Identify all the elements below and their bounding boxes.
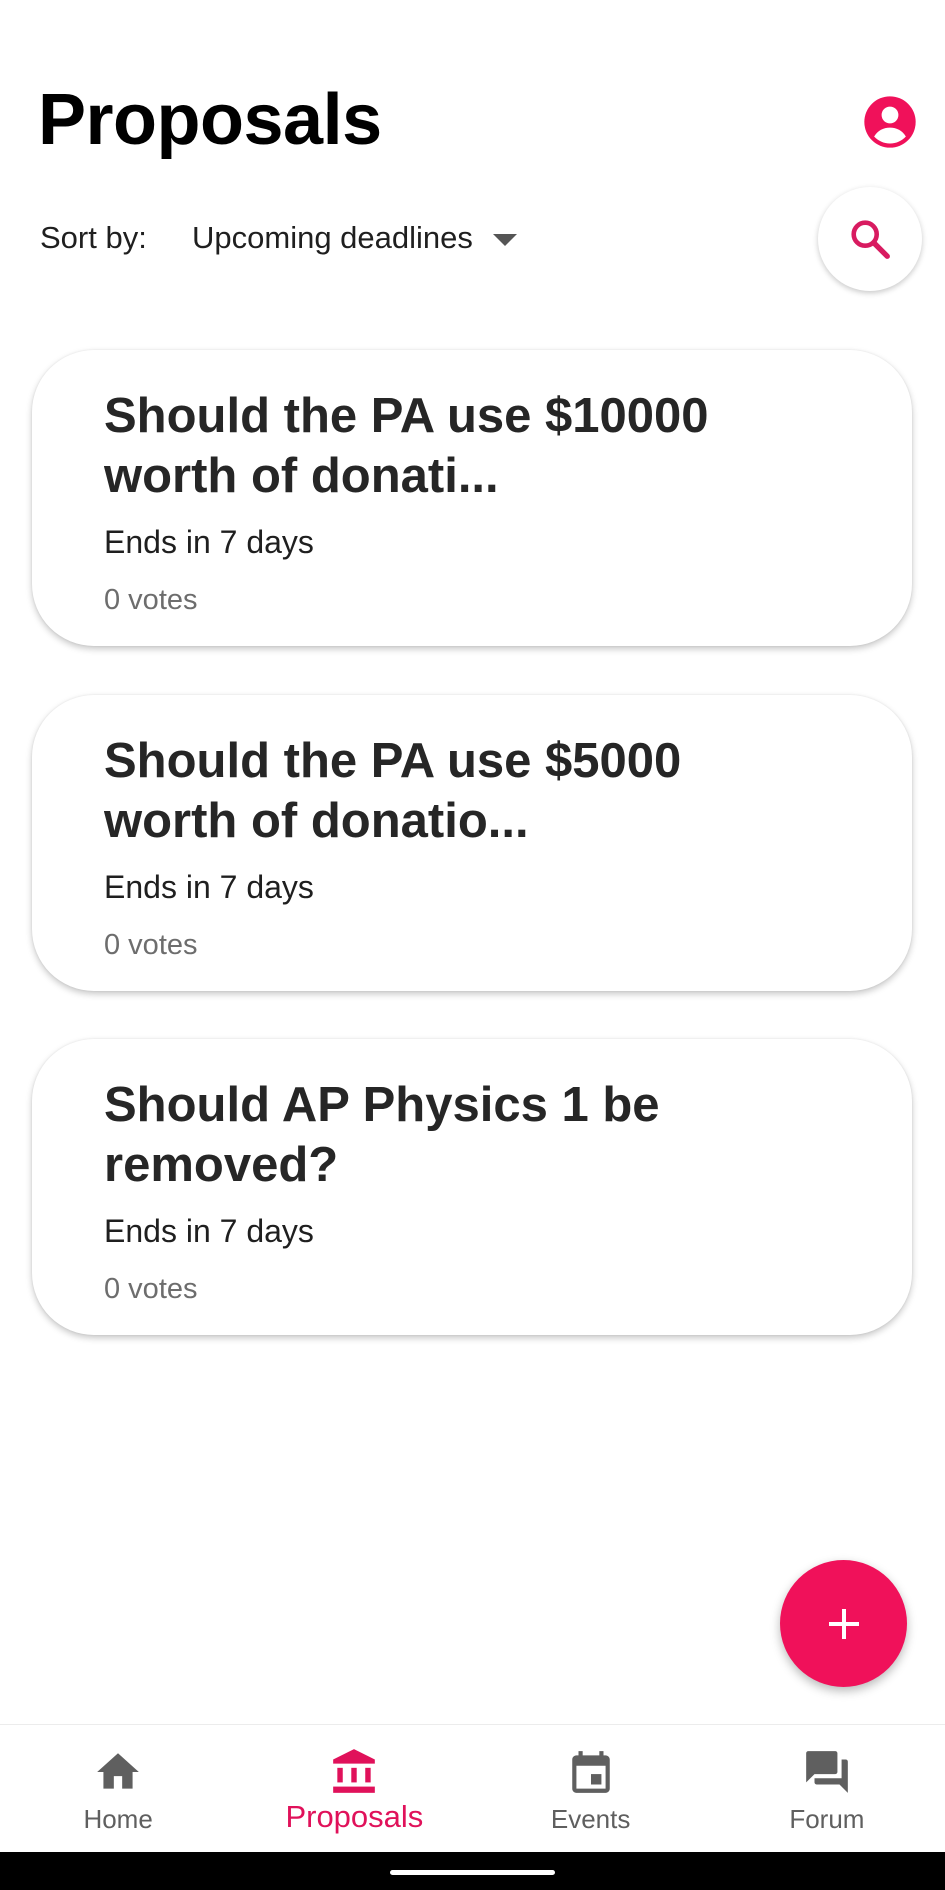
proposal-title-line-2: worth of donati... — [104, 449, 499, 503]
proposal-title-line-2: worth of donatio... — [104, 794, 529, 848]
sort-selected-value: Upcoming deadlines — [192, 220, 473, 255]
proposal-votes: 0 votes — [104, 1273, 198, 1305]
nav-item-home[interactable]: Home — [0, 1725, 236, 1853]
nav-label-forum: Forum — [789, 1804, 865, 1834]
nav-label-events: Events — [550, 1804, 631, 1834]
plus-icon — [828, 1608, 859, 1639]
calendar-icon — [571, 1751, 610, 1793]
nav-item-forum[interactable]: Forum — [709, 1725, 945, 1853]
proposal-title-line-2: removed? — [104, 1138, 339, 1192]
proposal-card[interactable]: Should AP Physics 1 be removed? Ends in … — [32, 1039, 912, 1335]
proposal-title-line-1: Should AP Physics 1 be — [104, 1078, 660, 1132]
proposal-title-line-1: Should the PA use $5000 — [104, 734, 682, 788]
sort-dropdown[interactable]: Upcoming deadlines — [192, 212, 517, 264]
add-proposal-button[interactable] — [780, 1560, 907, 1687]
proposals-screen: Proposals Sort by: Upcoming deadlines Sh… — [0, 0, 945, 1890]
nav-label-proposals: Proposals — [285, 1799, 424, 1834]
gesture-handle[interactable] — [390, 1870, 555, 1875]
proposal-card[interactable]: Should the PA use $10000 worth of donati… — [32, 350, 912, 646]
nav-item-proposals[interactable]: Proposals — [236, 1725, 472, 1853]
bank-icon — [333, 1749, 376, 1793]
proposal-deadline: Ends in 7 days — [104, 1213, 314, 1249]
nav-label-home: Home — [83, 1804, 153, 1834]
search-icon — [851, 220, 890, 259]
bottom-navigation: Home Proposals Events Forum — [0, 1724, 945, 1853]
account-button[interactable] — [862, 94, 918, 150]
nav-item-events[interactable]: Events — [473, 1725, 709, 1853]
proposal-deadline: Ends in 7 days — [104, 524, 314, 560]
proposal-title-line-1: Should the PA use $10000 — [104, 389, 709, 443]
proposal-deadline: Ends in 7 days — [104, 869, 314, 905]
proposal-votes: 0 votes — [104, 584, 198, 616]
search-button[interactable] — [818, 187, 922, 291]
home-icon — [97, 1753, 139, 1789]
account-circle-icon — [864, 96, 916, 148]
proposal-votes: 0 votes — [104, 929, 198, 961]
caret-down-icon — [492, 234, 517, 246]
page-title: Proposals — [38, 80, 382, 160]
forum-icon — [806, 1751, 848, 1793]
proposal-card[interactable]: Should the PA use $5000 worth of donatio… — [32, 695, 912, 991]
sort-label: Sort by: — [40, 220, 147, 255]
